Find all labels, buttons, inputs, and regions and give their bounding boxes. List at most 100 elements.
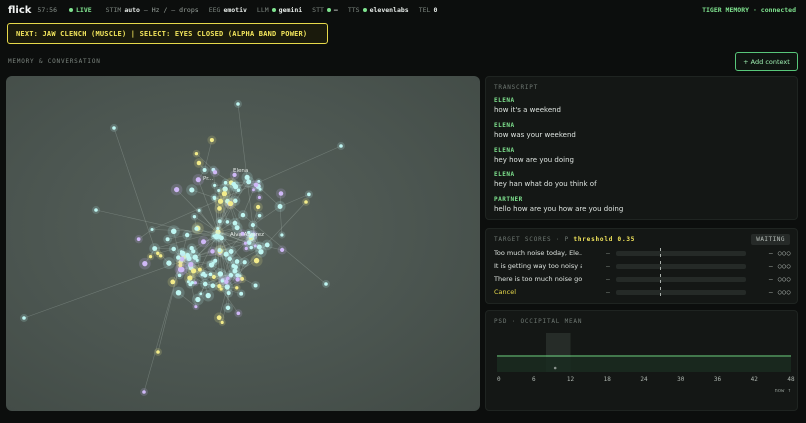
graph-node[interactable] <box>213 183 217 187</box>
graph-node[interactable] <box>202 281 208 287</box>
graph-node[interactable] <box>277 203 283 209</box>
target-score-row[interactable]: Cancel – – ○○○ <box>494 287 791 298</box>
graph-node[interactable] <box>304 200 308 204</box>
graph-node[interactable] <box>258 249 264 255</box>
graph-node[interactable] <box>225 220 230 224</box>
target-score-row[interactable]: There is too much noise go... – – ○○○ <box>494 274 791 285</box>
graph-node[interactable] <box>280 233 284 237</box>
memory-graph[interactable]: Pr... Elena Alva Alvarez <box>6 76 480 411</box>
graph-node[interactable] <box>236 102 240 106</box>
graph-node[interactable] <box>177 273 182 278</box>
graph-node[interactable] <box>233 184 239 190</box>
graph-node[interactable] <box>307 192 311 197</box>
graph-node[interactable] <box>235 286 239 290</box>
graph-node[interactable] <box>192 214 197 219</box>
graph-node[interactable] <box>242 260 247 265</box>
graph-node[interactable] <box>253 182 259 188</box>
graph-node[interactable] <box>225 305 231 311</box>
graph-node[interactable] <box>142 390 146 394</box>
graph-node[interactable] <box>217 248 222 253</box>
graph-node[interactable] <box>257 213 262 218</box>
graph-node[interactable] <box>210 283 216 289</box>
graph-node[interactable] <box>205 292 211 299</box>
graph-node[interactable] <box>278 191 284 196</box>
graph-node[interactable] <box>250 222 255 228</box>
graph-node[interactable] <box>233 264 238 270</box>
graph-node[interactable] <box>219 287 223 291</box>
graph-node[interactable] <box>240 212 246 218</box>
graph-node[interactable] <box>216 227 220 231</box>
graph-node[interactable] <box>170 228 177 235</box>
graph-node[interactable] <box>191 249 196 254</box>
graph-node[interactable] <box>176 255 181 260</box>
graph-node[interactable] <box>235 277 240 282</box>
graph-node[interactable] <box>217 271 224 277</box>
graph-node[interactable] <box>210 249 215 254</box>
graph-node[interactable] <box>216 315 222 321</box>
graph-node[interactable] <box>324 282 328 286</box>
graph-node[interactable] <box>253 257 260 264</box>
graph-node[interactable] <box>194 305 198 309</box>
graph-node[interactable] <box>228 249 234 254</box>
graph-node[interactable] <box>280 247 285 253</box>
graph-node[interactable] <box>236 311 241 316</box>
graph-node[interactable] <box>217 198 224 204</box>
target-score-row[interactable]: Too much noise today, Ele... – – ○○○ <box>494 248 791 259</box>
graph-node[interactable] <box>186 254 191 259</box>
graph-node[interactable] <box>179 250 183 253</box>
graph-node[interactable] <box>197 208 201 212</box>
graph-node[interactable] <box>156 251 160 256</box>
graph-node[interactable] <box>239 291 244 296</box>
graph-node[interactable] <box>170 279 176 285</box>
graph-node[interactable] <box>194 151 199 156</box>
graph-node[interactable] <box>214 233 219 239</box>
graph-node[interactable] <box>264 242 270 248</box>
graph-node[interactable] <box>94 208 98 212</box>
graph-node[interactable] <box>212 170 218 175</box>
graph-node[interactable] <box>209 137 214 143</box>
graph-node[interactable] <box>142 261 148 267</box>
graph-node[interactable] <box>232 220 238 226</box>
graph-node[interactable] <box>255 204 261 210</box>
graph-node[interactable] <box>228 201 234 207</box>
graph-node[interactable] <box>195 296 201 303</box>
graph-node[interactable] <box>202 168 207 173</box>
add-context-button[interactable]: + Add context <box>735 52 798 71</box>
graph-node[interactable] <box>175 289 182 296</box>
graph-node[interactable] <box>188 261 194 267</box>
graph-node[interactable] <box>221 191 228 197</box>
graph-node[interactable] <box>194 226 199 231</box>
node-label: Pr... <box>203 176 213 182</box>
graph-node[interactable] <box>244 174 250 180</box>
graph-node[interactable] <box>166 260 172 266</box>
graph-node[interactable] <box>244 246 248 251</box>
graph-node[interactable] <box>196 160 202 166</box>
graph-node[interactable] <box>148 255 153 259</box>
graph-node[interactable] <box>217 219 222 224</box>
graph-node[interactable] <box>189 187 195 193</box>
graph-node[interactable] <box>199 292 203 296</box>
graph-node[interactable] <box>22 316 26 320</box>
graph-node[interactable] <box>253 283 258 288</box>
graph-node[interactable] <box>209 262 215 268</box>
graph-node[interactable] <box>174 186 180 193</box>
graph-node[interactable] <box>339 144 343 148</box>
graph-node[interactable] <box>208 272 213 277</box>
graph-node[interactable] <box>165 237 170 242</box>
graph-node[interactable] <box>257 195 261 200</box>
graph-node[interactable] <box>150 227 154 231</box>
graph-node[interactable] <box>190 281 194 285</box>
graph-node[interactable] <box>202 271 206 276</box>
target-score-row[interactable]: It is getting way too noisy a... – – ○○○ <box>494 261 791 272</box>
graph-node[interactable] <box>249 245 253 250</box>
graph-node[interactable] <box>179 266 185 273</box>
graph-node[interactable] <box>136 237 141 242</box>
graph-node[interactable] <box>243 241 247 245</box>
graph-node[interactable] <box>171 246 176 252</box>
memory-graph-canvas[interactable]: Pr... Elena Alva Alvarez <box>6 76 480 411</box>
graph-node[interactable] <box>112 126 116 130</box>
graph-node[interactable] <box>184 232 190 238</box>
graph-node[interactable] <box>195 177 201 183</box>
graph-node[interactable] <box>156 350 160 354</box>
graph-node[interactable] <box>200 239 207 245</box>
